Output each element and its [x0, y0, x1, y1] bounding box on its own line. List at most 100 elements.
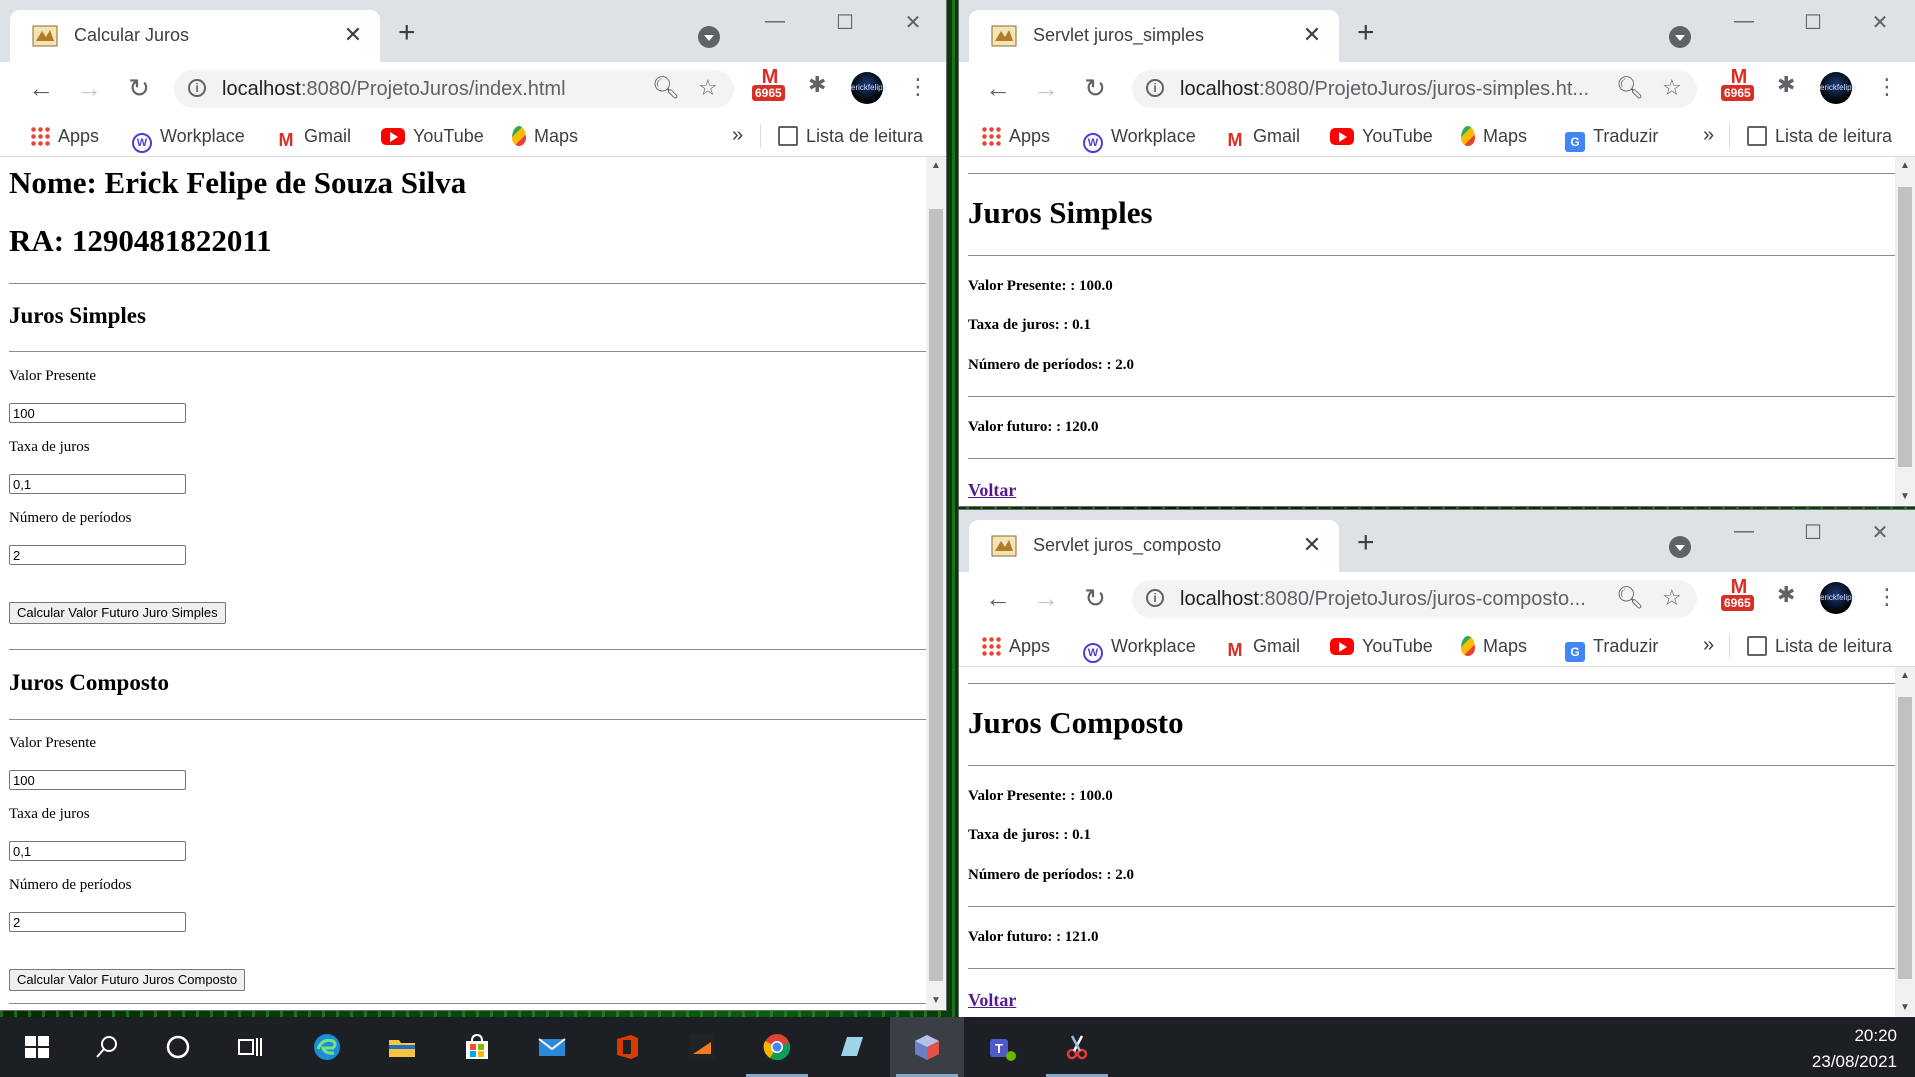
composto-periodos-input[interactable]	[9, 912, 186, 932]
scroll-up-arrow[interactable]: ▲	[1895, 667, 1915, 685]
taskbar-file-explorer[interactable]	[365, 1017, 439, 1077]
bookmark-maps[interactable]: Maps	[1461, 126, 1527, 146]
minimize-button[interactable]: —	[755, 10, 795, 33]
tab-servlet-juros-composto[interactable]: Servlet juros_composto ✕	[969, 520, 1339, 572]
scroll-up-arrow[interactable]: ▲	[1895, 157, 1915, 175]
site-info-icon[interactable]: i	[1146, 589, 1164, 607]
bookmark-gmail[interactable]: M Gmail	[1225, 126, 1301, 150]
url-text[interactable]: localhost:8080/ProjetoJuros/juros-simple…	[1180, 78, 1589, 101]
forward-icon[interactable]: →	[1031, 74, 1061, 102]
close-window-button[interactable]: ✕	[893, 10, 933, 35]
taskbar-teams[interactable]: T	[965, 1017, 1039, 1077]
calcular-composto-button[interactable]: Calcular Valor Futuro Juros Composto	[9, 969, 246, 991]
vertical-scrollbar[interactable]: ▲ ▼	[926, 157, 946, 1010]
bookmark-youtube[interactable]: YouTube	[1330, 636, 1433, 656]
task-view-button[interactable]	[213, 1017, 287, 1077]
back-icon[interactable]: ←	[983, 584, 1013, 612]
close-window-button[interactable]: ✕	[1860, 10, 1900, 35]
scroll-up-arrow[interactable]: ▲	[926, 157, 946, 175]
reading-list-button[interactable]: Lista de leitura	[1747, 126, 1892, 146]
simples-valor-presente-input[interactable]	[9, 403, 186, 423]
vertical-scrollbar[interactable]: ▲ ▼	[1895, 157, 1915, 506]
tab-calcular-juros[interactable]: Calcular Juros ✕	[10, 10, 380, 62]
forward-icon[interactable]: →	[1031, 584, 1061, 612]
tab-close-icon[interactable]: ✕	[1299, 532, 1325, 558]
reading-list-button[interactable]: Lista de leitura	[778, 126, 923, 146]
minimize-button[interactable]: —	[1724, 10, 1764, 33]
taskbar-netbeans[interactable]	[665, 1017, 739, 1077]
simples-taxa-input[interactable]	[9, 474, 186, 494]
maximize-button[interactable]: ☐	[1793, 10, 1833, 35]
maximize-button[interactable]: ☐	[1793, 520, 1833, 545]
url-text[interactable]: localhost:8080/ProjetoJuros/juros-compos…	[1180, 588, 1586, 611]
bookmark-star-icon[interactable]: ☆	[1662, 76, 1682, 100]
menu-kebab-icon[interactable]: ⋮	[1876, 584, 1898, 610]
bookmark-gmail[interactable]: M Gmail	[276, 126, 352, 150]
extensions-puzzle-icon[interactable]: ✱	[1777, 584, 1797, 606]
simples-periodos-input[interactable]	[9, 545, 186, 565]
voltar-link[interactable]: Voltar	[968, 480, 1016, 501]
address-bar[interactable]: i localhost:8080/ProjetoJuros/index.html…	[174, 70, 734, 108]
zoom-icon[interactable]: 🔍︎	[652, 76, 680, 100]
profile-avatar[interactable]: erickfelipe	[1820, 72, 1856, 104]
bookmark-traduzir[interactable]: G Traduzir	[1565, 636, 1658, 662]
vertical-scrollbar[interactable]: ▲ ▼	[1895, 667, 1915, 1017]
taskbar-chrome[interactable]	[740, 1017, 814, 1077]
bookmark-youtube[interactable]: YouTube	[1330, 126, 1433, 146]
menu-kebab-icon[interactable]: ⋮	[907, 74, 929, 100]
url-text[interactable]: localhost:8080/ProjetoJuros/index.html	[222, 78, 566, 101]
taskbar-snipping[interactable]	[1040, 1017, 1114, 1077]
forward-icon[interactable]: →	[74, 74, 104, 102]
bookmark-workplace[interactable]: W Workplace	[1083, 636, 1196, 663]
bookmark-apps[interactable]: Apps	[30, 126, 99, 146]
bookmark-workplace[interactable]: W Workplace	[132, 126, 245, 153]
bookmark-star-icon[interactable]: ☆	[1662, 586, 1682, 610]
system-clock[interactable]: 20:20 23/08/2021	[1812, 1023, 1897, 1075]
new-tab-button[interactable]: +	[398, 18, 416, 48]
taskbar-edge[interactable]	[290, 1017, 364, 1077]
tab-search-icon[interactable]	[698, 26, 720, 48]
tab-search-icon[interactable]	[1669, 26, 1691, 48]
close-window-button[interactable]: ✕	[1860, 520, 1900, 545]
zoom-icon[interactable]: 🔍︎	[1616, 76, 1644, 100]
gmail-extension-button[interactable]: M 6965	[752, 67, 788, 104]
bookmark-apps[interactable]: Apps	[981, 126, 1050, 146]
new-tab-button[interactable]: +	[1357, 18, 1375, 48]
scroll-thumb[interactable]	[929, 209, 943, 981]
reload-icon[interactable]: ↻	[1080, 584, 1110, 612]
site-info-icon[interactable]: i	[188, 79, 206, 97]
profile-avatar[interactable]: erickfelipe	[851, 72, 887, 104]
tab-search-icon[interactable]	[1669, 536, 1691, 558]
bookmark-star-icon[interactable]: ☆	[698, 76, 718, 100]
calcular-simples-button[interactable]: Calcular Valor Futuro Juro Simples	[9, 602, 226, 624]
scroll-down-arrow[interactable]: ▼	[1895, 488, 1915, 506]
taskbar-virtualbox[interactable]	[890, 1017, 964, 1077]
taskbar-office[interactable]	[590, 1017, 664, 1077]
bookmark-workplace[interactable]: W Workplace	[1083, 126, 1196, 153]
voltar-link[interactable]: Voltar	[968, 990, 1016, 1011]
back-icon[interactable]: ←	[26, 74, 56, 102]
composto-taxa-input[interactable]	[9, 841, 186, 861]
gmail-extension-button[interactable]: M 6965	[1721, 577, 1757, 614]
reload-icon[interactable]: ↻	[124, 74, 154, 102]
search-button[interactable]	[70, 1017, 144, 1077]
tab-close-icon[interactable]: ✕	[340, 22, 366, 48]
maximize-button[interactable]: ☐	[825, 10, 865, 35]
profile-avatar[interactable]: erickfelipe	[1820, 582, 1856, 614]
address-bar[interactable]: i localhost:8080/ProjetoJuros/juros-comp…	[1132, 580, 1697, 618]
tab-servlet-juros-simples[interactable]: Servlet juros_simples ✕	[969, 10, 1339, 62]
site-info-icon[interactable]: i	[1146, 79, 1164, 97]
bookmark-apps[interactable]: Apps	[981, 636, 1050, 656]
reading-list-button[interactable]: Lista de leitura	[1747, 636, 1892, 656]
menu-kebab-icon[interactable]: ⋮	[1876, 74, 1898, 100]
back-icon[interactable]: ←	[983, 74, 1013, 102]
scroll-thumb[interactable]	[1898, 187, 1912, 467]
gmail-extension-button[interactable]: M 6965	[1721, 67, 1757, 104]
taskbar-notes[interactable]	[815, 1017, 889, 1077]
start-button[interactable]	[0, 1017, 74, 1077]
bookmark-gmail[interactable]: M Gmail	[1225, 636, 1301, 660]
cortana-button[interactable]	[141, 1017, 215, 1077]
scroll-thumb[interactable]	[1898, 697, 1912, 979]
bookmark-maps[interactable]: Maps	[1461, 636, 1527, 656]
composto-valor-presente-input[interactable]	[9, 770, 186, 790]
